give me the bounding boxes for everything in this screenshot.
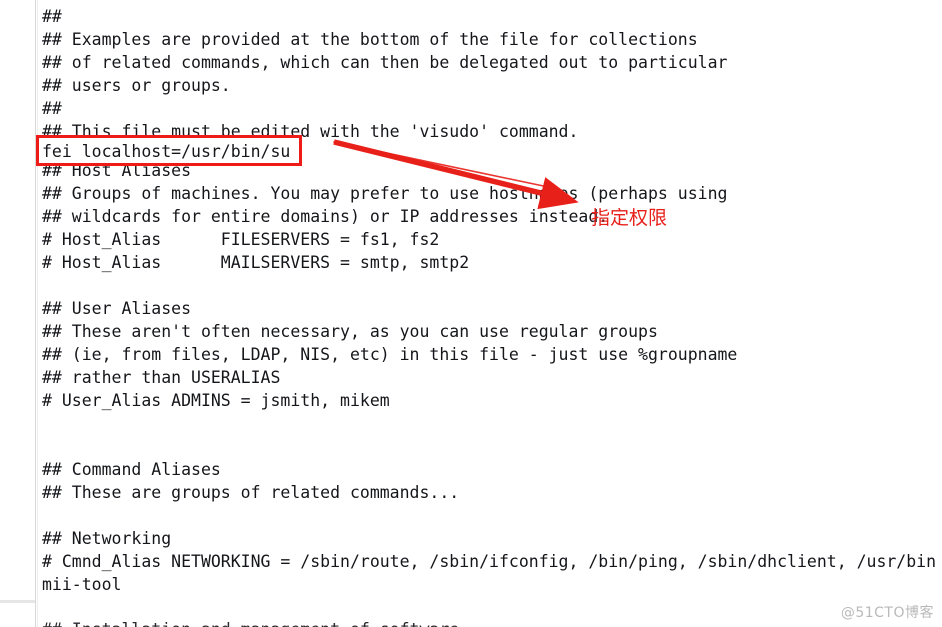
code-line: ## Networking bbox=[42, 529, 172, 548]
code-line: ## Examples are provided at the bottom o… bbox=[42, 30, 698, 49]
code-line: ## Command Aliases bbox=[42, 460, 221, 479]
code-line: ## wildcards for entire domains) or IP a… bbox=[42, 207, 609, 226]
code-line: # Cmnd_Alias NETWORKING = /sbin/route, /… bbox=[42, 552, 937, 571]
code-line: ## Groups of machines. You may prefer to… bbox=[42, 184, 728, 203]
code-line: # Host_Alias MAILSERVERS = smtp, smtp2 bbox=[42, 253, 470, 272]
code-line: # User_Alias ADMINS = jsmith, mikem bbox=[42, 391, 390, 410]
code-line: ## bbox=[42, 7, 62, 26]
code-line: ## These aren't often necessary, as you … bbox=[42, 322, 658, 341]
gutter-border-line-secondary bbox=[37, 0, 38, 627]
code-line: ## rather than USERALIAS bbox=[42, 368, 281, 387]
code-line: ## These are groups of related commands.… bbox=[42, 483, 460, 502]
code-line: # Host_Alias FILESERVERS = fs1, fs2 bbox=[42, 230, 440, 249]
annotation-note-text: 指定权限 bbox=[591, 207, 668, 229]
code-line: ## users or groups. bbox=[42, 76, 231, 95]
code-line: ## User Aliases bbox=[42, 299, 192, 318]
code-line: ## Host Aliases bbox=[42, 161, 192, 180]
sudoers-file-content[interactable]: ## ## Examples are provided at the botto… bbox=[42, 0, 942, 627]
code-line: ## of related commands, which can then b… bbox=[42, 53, 728, 72]
code-line-clipped: ## Installation and management of softwa… bbox=[42, 618, 459, 627]
gutter-divider-rule bbox=[0, 600, 35, 603]
gutter-border-line bbox=[35, 0, 36, 627]
left-gutter bbox=[0, 0, 36, 627]
code-line: mii-tool bbox=[42, 575, 122, 594]
code-line: ## (ie, from files, LDAP, NIS, etc) in t… bbox=[42, 345, 738, 364]
watermark: @51CTO博客 bbox=[840, 605, 934, 621]
screenshot-root: ## ## Examples are provided at the botto… bbox=[0, 0, 942, 627]
code-line: ## bbox=[42, 99, 62, 118]
